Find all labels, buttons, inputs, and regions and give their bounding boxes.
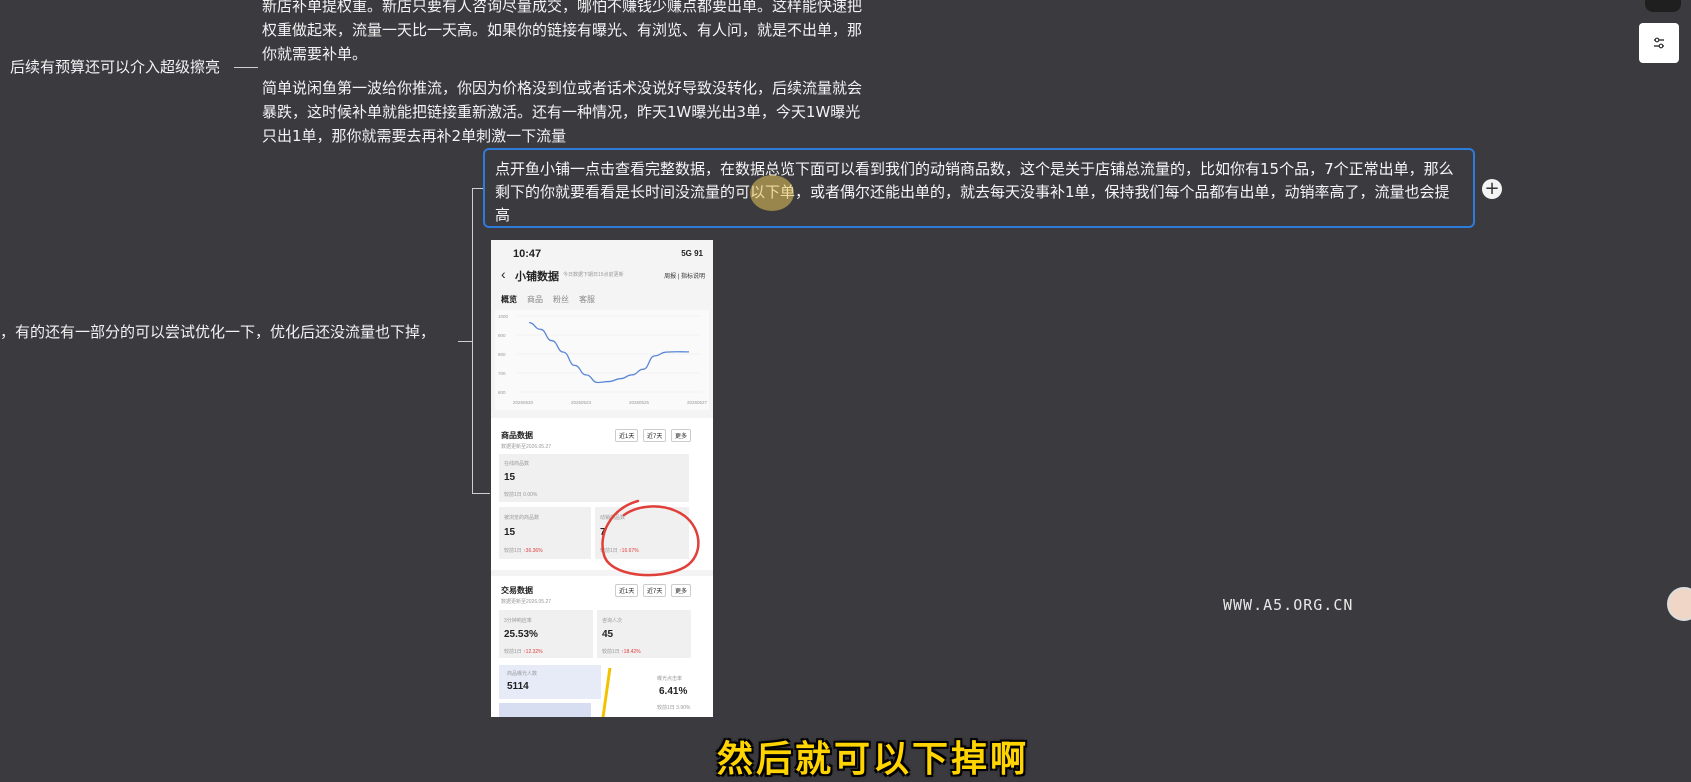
compare-up-value: ↑18.42%	[621, 649, 641, 655]
consult-count-value: 45	[602, 629, 614, 640]
phone-tabs: 概览 商品 粉丝 客服	[501, 294, 605, 305]
compare-prefix: 较前1日	[504, 548, 524, 554]
pen-tool-corner	[1645, 0, 1681, 12]
compare-prefix: 较前1日	[602, 649, 622, 655]
browsed-goods-label: 被浏览的商品数	[504, 515, 540, 521]
compare-up-value: ↑36.36%	[523, 548, 543, 554]
range-chip: 更多	[671, 584, 692, 597]
add-node-button[interactable]: +	[1482, 179, 1502, 199]
range-chip: 更多	[671, 429, 692, 442]
traffic-line-chart: 1000 900 800 700 600 20260520 20260523 20260525…	[495, 310, 709, 410]
exposure-label: 商品曝光人数	[507, 671, 538, 677]
click-rate-compare: 较前1日 3.90%	[657, 705, 691, 711]
cursor-highlight	[750, 175, 794, 211]
app-screenshot-image: 10:47 5G 91 ‹ 小铺数据 今日数据下期日15点前更新 周报 | 指标…	[491, 240, 713, 717]
compare-up-value: ↑12.32%	[523, 649, 543, 655]
mindmap-node-left-2[interactable]: ，有的还有一部分的可以尝试优化一下，优化后还没流量也下掉，	[0, 320, 435, 344]
phone-title-links: 周报 | 指标说明	[664, 274, 705, 280]
range-chip: 近7天	[643, 429, 667, 442]
paragraph-line: 权重做起来，流量一天比一天高。如果你的链接有曝光、有浏览、有人问，就是不出单，那	[262, 21, 863, 39]
phone-tab: 粉丝	[553, 295, 569, 304]
trade-section-title: 交易数据	[501, 586, 533, 595]
chart-y-tick: 600	[498, 390, 506, 395]
connector-bracket	[472, 188, 473, 494]
watermark-text: WWW.A5.ORG.CN	[1223, 596, 1354, 614]
paragraph-line: 简单说闲鱼第一波给你推流，你因为价格没到位或者话术没说好导致没转化，后续流量就会	[262, 79, 863, 97]
online-goods-compare: 较前1日 0.00%	[504, 492, 538, 498]
paragraph-line: 暴跌，这时候补单就能把链接重新激活。还有一种情况，昨天1W曝光出3单，今天1W曝…	[262, 103, 861, 121]
status-signal: 5G 91	[681, 249, 703, 258]
paragraph-line: 新店补单提权重。新店只要有人咨询尽量成交，哪怕不赚钱少赚点都要出单。这样能快速把	[262, 0, 863, 15]
status-time: 10:47	[513, 248, 542, 260]
chart-x-tick: 20260520	[513, 400, 534, 405]
exposure-value: 5114	[507, 681, 529, 692]
consult-count-compare: 较前1日 ↑18.42%	[602, 648, 641, 655]
back-icon: ‹	[501, 266, 506, 282]
connector-line	[472, 188, 483, 189]
compare-prefix: 较前1日	[504, 649, 524, 655]
phone-page-title: 小铺数据	[515, 271, 559, 283]
range-chip: 近1天	[615, 584, 639, 597]
annotation-circle	[601, 499, 700, 577]
click-rate-value: 6.41%	[659, 686, 688, 697]
chart-y-tick: 1000	[498, 314, 509, 319]
chart-x-tick: 20260523	[571, 400, 592, 405]
consult-count-label: 咨询人次	[602, 618, 623, 624]
filter-settings-button[interactable]	[1639, 23, 1679, 63]
range-chip: 近7天	[643, 584, 667, 597]
chart-y-tick: 700	[498, 371, 506, 376]
phone-tab: 概览	[501, 295, 517, 304]
goods-section-title: 商品数据	[501, 431, 533, 440]
response-rate-label: 3分钟响应率	[504, 618, 532, 624]
phone-title-sub: 今日数据下期日15点前更新	[563, 272, 624, 278]
exposure-tile-2	[499, 703, 591, 717]
node-line: 高	[495, 206, 511, 224]
paragraph-line: 你就需要补单。	[262, 45, 368, 63]
chart-x-tick: 20260527	[687, 400, 708, 405]
avatar[interactable]	[1667, 587, 1691, 621]
node-line: 剩下的你就要看看是长时间没流量的可以下单，或者偶尔还能出单的，就去每天没事补1单…	[495, 183, 1450, 201]
trade-section-sub: 数据更新至2026.05.27	[501, 599, 552, 605]
chart-x-tick: 20260525	[629, 400, 650, 405]
click-rate-label: 曝光点击率	[657, 676, 683, 682]
goods-section-sub: 数据更新至2026.05.27	[501, 444, 552, 450]
response-rate-value: 25.53%	[504, 629, 538, 640]
connector-line	[458, 341, 472, 342]
selected-mindmap-node[interactable]: 点开鱼小铺一点击查看完整数据，在数据总览下面可以看到我们的动销商品数，这个是关于…	[483, 148, 1475, 228]
sliders-icon	[1654, 37, 1664, 49]
connector-line	[472, 493, 490, 494]
chart-series-line	[528, 322, 690, 384]
browsed-goods-value: 15	[504, 527, 516, 538]
video-subtitle: 然后就可以下掉啊	[717, 739, 1030, 780]
chart-y-tick: 800	[498, 352, 506, 357]
chart-y-tick: 900	[498, 333, 506, 338]
mindmap-node-text[interactable]: 简单说闲鱼第一波给你推流，你因为价格没到位或者话术没说好导致没转化，后续流量就会…	[262, 76, 862, 148]
phone-tab: 商品	[527, 295, 543, 304]
line-chart-svg: 1000 900 800 700 600 20260520 20260523 20260525…	[498, 314, 708, 405]
online-goods-label: 在线商品数	[504, 461, 530, 467]
connector-line	[234, 67, 258, 68]
node-line: 点开鱼小铺一点击查看完整数据，在数据总览下面可以看到我们的动销商品数，这个是关于…	[495, 160, 1454, 178]
response-rate-compare: 较前1日 ↑12.32%	[504, 648, 543, 655]
mindmap-node-left-1[interactable]: 后续有预算还可以介入超级擦亮	[10, 55, 220, 79]
phone-tab: 客服	[579, 295, 595, 304]
browsed-goods-compare: 较前1日 ↑36.36%	[504, 547, 543, 554]
online-goods-value: 15	[504, 472, 516, 483]
mindmap-node-text[interactable]: 新店补单提权重。新店只要有人咨询尽量成交，哪怕不赚钱少赚点都要出单。这样能快速把…	[262, 0, 862, 66]
paragraph-line: 只出1单，那你就需要去再补2单刺激一下流量	[262, 127, 567, 145]
range-chip: 近1天	[615, 429, 639, 442]
